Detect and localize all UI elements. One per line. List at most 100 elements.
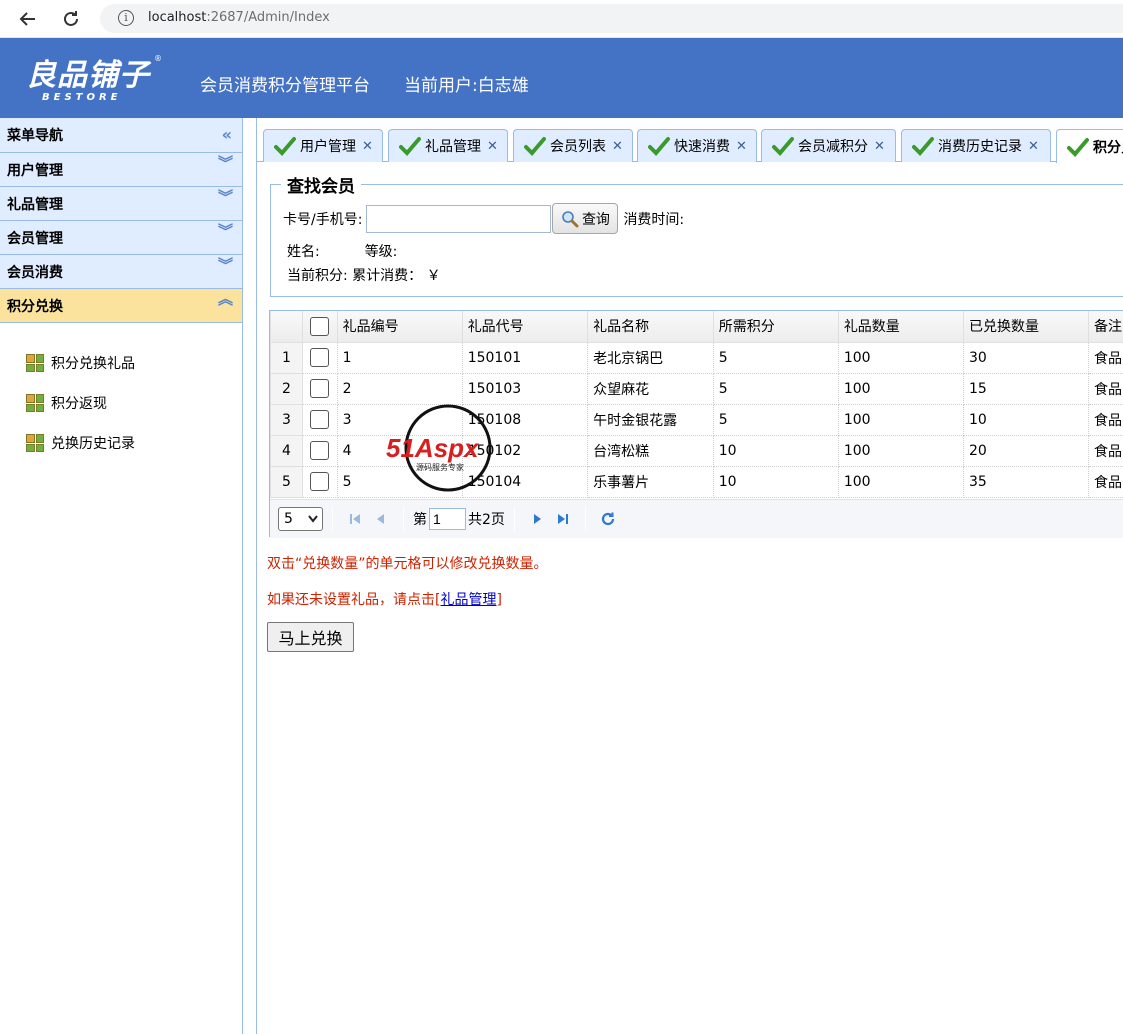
expand-down-icon[interactable]: ︾	[218, 224, 233, 239]
close-icon[interactable]: ✕	[874, 139, 885, 154]
next-page-icon[interactable]	[529, 511, 545, 527]
prev-page-icon[interactable]	[373, 511, 389, 527]
watermark-logo: 51Aspx 源码服务专家	[386, 402, 516, 494]
column-header[interactable]: 礼品名称	[587, 311, 714, 343]
card-phone-input[interactable]	[366, 204, 552, 233]
row-select-cell	[301, 403, 338, 436]
search-button[interactable]: 查询	[552, 203, 619, 234]
member-info-row: 姓名: 等级:	[287, 241, 397, 261]
cell-note: 食品	[1088, 372, 1123, 405]
sidebar-group-member-consumption[interactable]: 会员消费 ︾	[0, 255, 242, 289]
cell-redeemed-quantity[interactable]: 35	[962, 465, 1090, 498]
check-icon	[1067, 137, 1089, 157]
sidebar-group-points-redemption[interactable]: 积分兑换 ︽	[0, 289, 242, 323]
tab-consumption-history[interactable]: 消费历史记录 ✕	[901, 129, 1051, 162]
redeem-now-button[interactable]: 马上兑换	[267, 622, 354, 652]
tab-member-deduct-points[interactable]: 会员减积分 ✕	[761, 129, 896, 162]
sidebar-group-user-management[interactable]: 用户管理 ︾	[0, 153, 242, 187]
separator	[584, 507, 586, 531]
page-size-value: 5	[284, 511, 293, 527]
last-page-icon[interactable]	[555, 511, 571, 527]
card-label: 卡号/手机号:	[283, 211, 363, 228]
column-header[interactable]: 礼品数量	[837, 311, 964, 343]
sidebar-group-gift-management[interactable]: 礼品管理 ︾	[0, 187, 242, 221]
expand-down-icon[interactable]: ︾	[218, 156, 233, 171]
collapse-left-icon[interactable]: «	[222, 125, 232, 144]
hint-prefix: 如果还未设置礼品，请点击[	[267, 592, 441, 608]
column-header[interactable]: 备注	[1088, 311, 1123, 343]
close-icon[interactable]: ✕	[487, 139, 498, 154]
reload-icon[interactable]	[57, 5, 85, 33]
refresh-icon[interactable]	[600, 511, 616, 527]
cell-gift-name: 台湾松糕	[587, 434, 714, 467]
sidebar-item-points-cashback[interactable]: 积分返现	[0, 383, 242, 423]
sidebar: 菜单导航 « 用户管理 ︾ 礼品管理 ︾ 会员管理 ︾ 会员消费 ︾ 积分兑换 …	[0, 118, 243, 1034]
tab-member-list[interactable]: 会员列表 ✕	[513, 129, 633, 162]
expand-down-icon[interactable]: ︾	[218, 258, 233, 273]
tab-label: 消费历史记录	[938, 139, 1022, 155]
cell-note: 食品	[1088, 341, 1123, 374]
column-header[interactable]: 所需积分	[712, 311, 839, 343]
close-icon[interactable]: ✕	[362, 139, 373, 154]
tab-user-management[interactable]: 用户管理 ✕	[263, 129, 383, 162]
total-consumption-label: 累计消费：	[352, 268, 423, 284]
column-header[interactable]: 礼品代号	[461, 311, 589, 343]
back-arrow-icon[interactable]	[14, 5, 42, 33]
close-icon[interactable]: ✕	[1028, 139, 1039, 154]
table-row[interactable]: 1 1 150101 老北京锅巴 5 100 30 食品	[270, 341, 1123, 374]
row-checkbox[interactable]	[310, 379, 330, 398]
cell-redeemed-quantity[interactable]: 30	[962, 341, 1090, 374]
close-icon[interactable]: ✕	[612, 139, 623, 154]
gift-management-link[interactable]: 礼品管理	[440, 592, 496, 608]
cell-points-required: 5	[712, 341, 839, 374]
currency-symbol: ￥	[426, 268, 441, 284]
cell-gift-name: 乐事薯片	[587, 465, 714, 498]
sidebar-item-label: 积分返现	[51, 396, 107, 412]
cell-points-required: 5	[712, 403, 839, 436]
tab-gift-management[interactable]: 礼品管理 ✕	[388, 129, 508, 162]
sidebar-item-redemption-history[interactable]: 兑换历史记录	[0, 423, 242, 463]
row-checkbox[interactable]	[310, 410, 330, 429]
cell-gift-quantity: 100	[837, 465, 964, 498]
row-checkbox[interactable]	[310, 348, 330, 367]
cell-gift-name: 众望麻花	[587, 372, 714, 405]
first-page-icon[interactable]	[347, 511, 363, 527]
collapse-up-icon[interactable]: ︽	[218, 292, 233, 307]
separator	[403, 507, 404, 531]
app-header: 良品铺子 BESTORE ® 会员消费积分管理平台 当前用户:白志雄	[0, 38, 1123, 118]
find-member-panel: 查找会员 卡号/手机号: 查询 消费时间: 姓名: 等级: 当前积分: 累计消费…	[270, 172, 1123, 297]
page-number-input[interactable]	[429, 508, 466, 530]
row-select-cell	[301, 341, 338, 374]
tab-label: 用户管理	[300, 139, 356, 155]
cell-redeemed-quantity[interactable]: 20	[962, 434, 1090, 467]
check-icon	[524, 137, 546, 156]
cell-gift-id: 1	[336, 341, 463, 374]
cell-gift-quantity: 100	[837, 403, 964, 436]
sidebar-item-redeem-gift[interactable]: 积分兑换礼品	[0, 343, 242, 383]
cell-redeemed-quantity[interactable]: 10	[962, 403, 1090, 436]
module-icon	[26, 394, 44, 412]
page-total: 共2页	[468, 512, 505, 528]
row-checkbox[interactable]	[310, 472, 330, 491]
sidebar-group-label: 会员管理	[7, 230, 63, 247]
row-number: 5	[270, 465, 303, 498]
address-bar[interactable]: i localhost:2687/Admin/Index	[100, 4, 1123, 33]
column-header[interactable]: 礼品编号	[336, 311, 463, 343]
column-header[interactable]: 已兑换数量	[962, 311, 1090, 343]
tab-quick-consumption[interactable]: 快速消费 ✕	[637, 129, 757, 162]
sidebar-group-label: 用户管理	[7, 162, 63, 179]
page-size-select[interactable]: 5	[278, 507, 323, 531]
cell-redeemed-quantity[interactable]: 15	[962, 372, 1090, 405]
info-icon[interactable]: i	[118, 10, 134, 26]
cell-gift-id: 2	[336, 372, 463, 405]
tab-points-redemption[interactable]: 积分兑	[1056, 129, 1123, 163]
row-checkbox[interactable]	[310, 441, 330, 460]
module-icon	[26, 354, 44, 372]
sidebar-group-label: 会员消费	[7, 264, 63, 281]
select-all-checkbox[interactable]	[310, 316, 330, 336]
table-row[interactable]: 2 2 150103 众望麻花 5 100 15 食品	[270, 372, 1123, 405]
expand-down-icon[interactable]: ︾	[218, 190, 233, 205]
sidebar-group-member-management[interactable]: 会员管理 ︾	[0, 221, 242, 255]
close-icon[interactable]: ✕	[736, 139, 747, 154]
cell-gift-quantity: 100	[837, 434, 964, 467]
